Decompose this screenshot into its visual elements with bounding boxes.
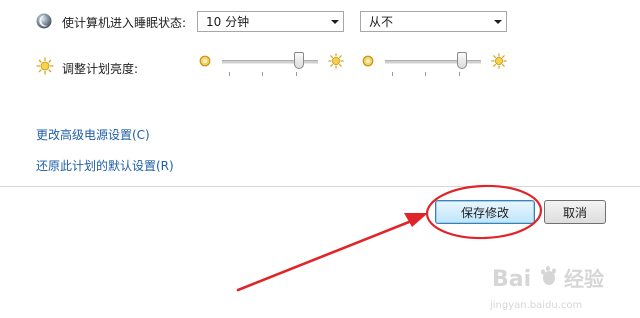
slider-tick [425,72,426,76]
svg-text:jingyan.baidu.com: jingyan.baidu.com [489,300,582,311]
dim-brightness-icon [362,55,374,67]
svg-text:经验: 经验 [564,267,604,291]
brightness-battery-thumb[interactable] [293,52,304,69]
brightness-icon [36,57,54,75]
sleep-plugged-value: 从不 [369,15,394,29]
svg-text:Bai: Bai [492,267,531,292]
chevron-down-icon[interactable] [327,12,343,31]
bright-brightness-icon [491,53,507,69]
arrow-head-icon [404,213,428,227]
bright-brightness-icon [328,53,344,69]
brightness-label: 调整计划亮度: [62,62,139,76]
slider-tick [459,72,460,76]
slider-tick [392,72,393,76]
sleep-battery-select[interactable]: 10 分钟 [197,11,344,32]
slider-tick [229,72,230,76]
brightness-plugged-thumb[interactable] [456,52,467,69]
baidu-jingyan-watermark: Bai 经验 jingyan.baidu.com [489,266,604,311]
chevron-down-icon[interactable] [490,12,506,31]
advanced-settings-link[interactable]: 更改高级电源设置(C) [36,126,150,143]
annotation-arrow [236,218,416,292]
sleep-label: 使计算机进入睡眠状态: [62,16,187,30]
divider [0,186,640,187]
sleep-plugged-select[interactable]: 从不 [360,11,507,32]
sleep-battery-value: 10 分钟 [206,15,250,29]
cancel-button[interactable]: 取消 [544,200,606,224]
dim-brightness-icon [199,55,211,67]
restore-defaults-link[interactable]: 还原此计划的默认设置(R) [36,157,174,174]
slider-tick [262,72,263,76]
slider-tick [296,72,297,76]
save-changes-button[interactable]: 保存修改 [435,200,535,224]
moon-icon [36,13,52,29]
